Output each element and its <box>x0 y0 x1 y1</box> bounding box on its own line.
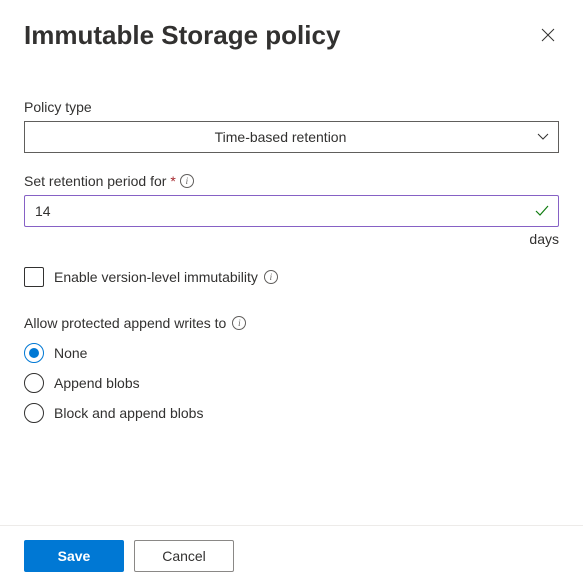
panel-title: Immutable Storage policy <box>24 20 340 51</box>
append-writes-group: Allow protected append writes to i None … <box>24 315 559 423</box>
retention-unit: days <box>24 231 559 247</box>
close-icon <box>541 28 555 42</box>
radio-row-none: None <box>24 343 559 363</box>
policy-type-select[interactable]: Time-based retention <box>24 121 559 153</box>
required-indicator: * <box>170 173 175 189</box>
radio-row-append: Append blobs <box>24 373 559 393</box>
version-level-checkbox[interactable] <box>24 267 44 287</box>
radio-row-block-append: Block and append blobs <box>24 403 559 423</box>
append-writes-label: Allow protected append writes to i <box>24 315 559 331</box>
save-button[interactable]: Save <box>24 540 124 572</box>
radio-block-append[interactable] <box>24 403 44 423</box>
info-icon[interactable]: i <box>232 316 246 330</box>
policy-type-field: Policy type Time-based retention <box>24 99 559 153</box>
radio-append[interactable] <box>24 373 44 393</box>
radio-none[interactable] <box>24 343 44 363</box>
retention-field: Set retention period for * i days <box>24 173 559 247</box>
cancel-button[interactable]: Cancel <box>134 540 234 572</box>
retention-label: Set retention period for * i <box>24 173 559 189</box>
info-icon[interactable]: i <box>264 270 278 284</box>
version-level-row: Enable version-level immutability i <box>24 267 559 287</box>
version-level-label: Enable version-level immutability i <box>54 269 278 285</box>
panel-footer: Save Cancel <box>0 525 583 586</box>
radio-block-append-label: Block and append blobs <box>54 405 203 421</box>
policy-type-label: Policy type <box>24 99 559 115</box>
policy-type-value: Time-based retention <box>215 129 347 145</box>
radio-append-label: Append blobs <box>54 375 140 391</box>
retention-input[interactable] <box>24 195 559 227</box>
info-icon[interactable]: i <box>180 174 194 188</box>
radio-none-label: None <box>54 345 87 361</box>
panel-header: Immutable Storage policy <box>24 20 559 51</box>
close-button[interactable] <box>537 24 559 51</box>
